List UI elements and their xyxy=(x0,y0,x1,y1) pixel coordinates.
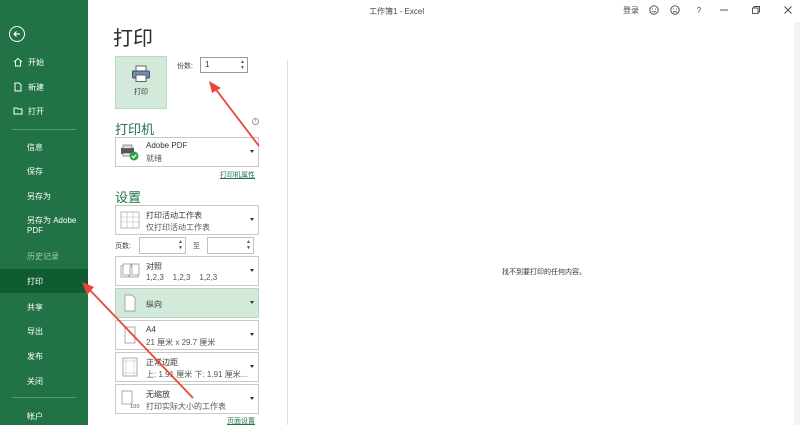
copies-annotation-arrow xyxy=(209,81,260,147)
print-annotation-arrow xyxy=(82,282,194,399)
annotation-arrows xyxy=(82,81,260,399)
